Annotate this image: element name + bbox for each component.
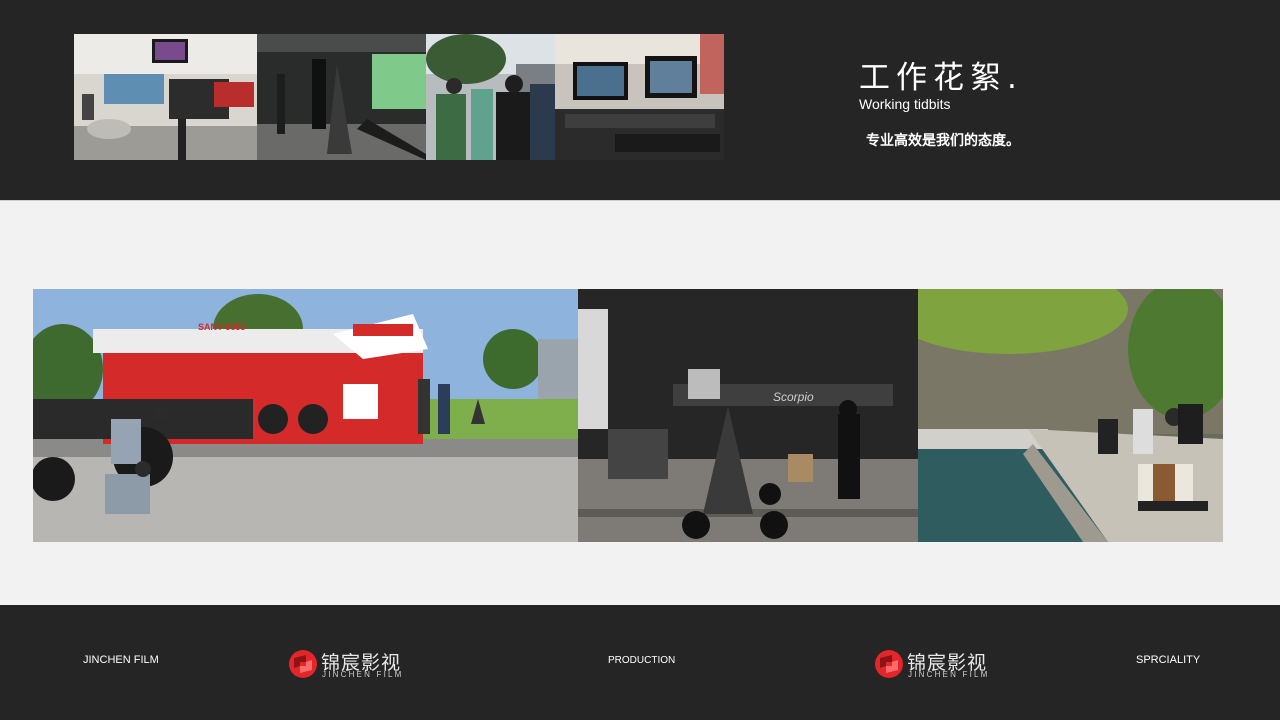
slogan-text: 专业高效是我们的态度。 [866, 133, 1020, 149]
footer-logo-right: 锦宸影视 JINCHEN FILM [874, 646, 994, 682]
jinchen-logo-icon [875, 650, 903, 678]
monitor-workstation-photo [555, 34, 724, 160]
riverside-dolly-photo [918, 289, 1223, 542]
footer-center-text: PRODUCTION [608, 655, 676, 666]
logo-name-en: JINCHEN FILM [322, 670, 404, 679]
fire-truck-crane-photo: SANY 8655 [33, 289, 578, 542]
crane-brand-label: Scorpio [773, 390, 814, 404]
set-crew-tripod-photo [257, 34, 426, 160]
crew-outdoor-photo [426, 34, 555, 160]
section-title: 工作花絮. [859, 60, 1023, 96]
jinchen-logo-icon [289, 650, 317, 678]
footer-logo-left: 锦宸影视 JINCHEN FILM [288, 646, 408, 682]
truck-model-label: SANY 8655 [198, 322, 245, 332]
footer-right-text: SPRCIALITY [1136, 654, 1201, 666]
footer-left-text: JINCHEN FILM [83, 654, 159, 666]
studio-camera-rig-photo [74, 34, 257, 160]
scorpio-crane-studio-photo: Scorpio [578, 289, 918, 542]
logo-name-en: JINCHEN FILM [908, 670, 990, 679]
section-subtitle: Working tidbits [859, 96, 951, 112]
